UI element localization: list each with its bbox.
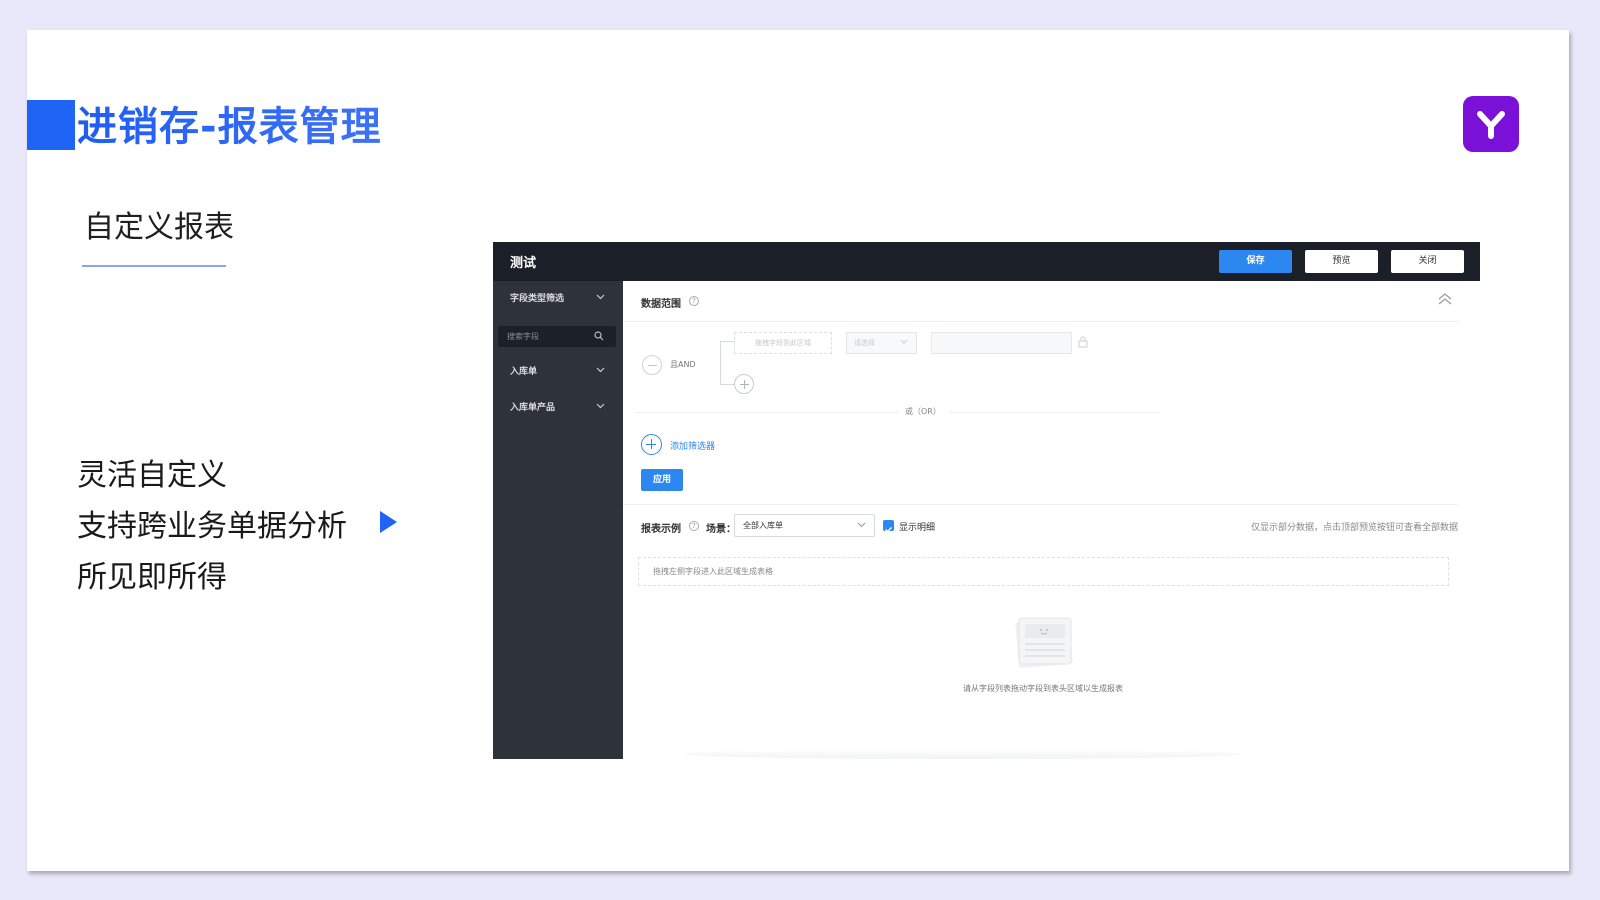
main-panel: 数据范围 ? 且AND 拖拽字段到此区域 请选择 或（OR） 添加筛选器 应用 … xyxy=(623,281,1480,759)
field-search xyxy=(498,326,616,347)
app-topbar: 测试 保存 预览 关闭 xyxy=(493,242,1480,281)
field-type-filter-label: 字段类型筛选 xyxy=(510,294,565,304)
section-subtitle: 自定义报表 xyxy=(84,210,234,245)
feature-item: 所见即所得 xyxy=(77,560,227,595)
sidebar-group-inbound-products[interactable]: 入库单产品 xyxy=(493,390,623,426)
or-label: 或（OR） xyxy=(901,406,945,417)
search-icon xyxy=(594,331,604,341)
add-filter-link[interactable]: 添加筛选器 xyxy=(670,439,715,452)
field-search-input[interactable] xyxy=(498,326,598,347)
subtitle-underline xyxy=(82,265,226,267)
slide: 进销存-报表管理 自定义报表 灵活自定义 支持跨业务单据分析 所见即所得 测试 … xyxy=(27,30,1569,871)
or-divider-left xyxy=(635,412,899,413)
sidebar-group-label: 入库单产品 xyxy=(510,403,556,413)
scene-label: 场景： xyxy=(706,524,736,535)
sidebar-group-label: 入库单 xyxy=(510,367,538,377)
show-detail-checkbox[interactable] xyxy=(883,520,894,533)
scene-select[interactable]: 全部入库单 xyxy=(734,514,875,537)
title-accent-block xyxy=(27,100,75,150)
divider xyxy=(623,504,1458,505)
table-header-dropzone[interactable]: 拖拽左侧字段进入此区域生成表格 xyxy=(638,557,1449,586)
add-condition-icon[interactable] xyxy=(734,374,754,394)
divider xyxy=(623,321,1458,322)
chevron-down-icon xyxy=(900,339,908,344)
slide-title: 进销存-报表管理 xyxy=(77,104,382,150)
sidebar-group-inbound[interactable]: 入库单 xyxy=(493,354,623,390)
feature-item: 灵活自定义 xyxy=(77,458,227,493)
collapse-up-icon[interactable] xyxy=(1438,293,1452,305)
close-button[interactable]: 关闭 xyxy=(1391,250,1464,273)
chevron-down-icon xyxy=(596,294,605,300)
condition-bracket xyxy=(720,341,734,385)
add-filter-icon[interactable] xyxy=(641,434,662,455)
play-arrow-icon xyxy=(380,511,397,533)
feature-item: 支持跨业务单据分析 xyxy=(77,509,347,544)
apply-button[interactable]: 应用 xyxy=(641,469,683,491)
lock-icon[interactable] xyxy=(1078,336,1088,348)
bottom-shadow xyxy=(683,749,1243,759)
empty-state-text: 请从字段列表拖动字段到表头区域以生成报表 xyxy=(963,684,1123,693)
report-title: 测试 xyxy=(510,256,537,271)
report-builder-window: 测试 保存 预览 关闭 字段类型筛选 入库单 入库单产品 xyxy=(493,242,1480,759)
and-label: 且AND xyxy=(670,360,696,369)
chevron-down-icon xyxy=(596,403,605,409)
operator-select-placeholder: 请选择 xyxy=(854,339,875,347)
field-type-filter[interactable]: 字段类型筛选 xyxy=(493,281,623,317)
condition-field-dropzone[interactable]: 拖拽字段到此区域 xyxy=(734,332,832,354)
field-sidebar: 字段类型筛选 入库单 入库单产品 xyxy=(493,281,623,759)
help-icon[interactable]: ? xyxy=(689,521,699,531)
y-logo-icon xyxy=(1463,96,1519,152)
report-example-label: 报表示例 xyxy=(641,524,681,535)
save-button[interactable]: 保存 xyxy=(1219,250,1292,273)
data-range-label: 数据范围 xyxy=(641,299,681,310)
show-detail-label: 显示明细 xyxy=(899,523,936,533)
preview-button[interactable]: 预览 xyxy=(1305,250,1378,273)
preview-hint: 仅显示部分数据，点击顶部预览按钮可查看全部数据 xyxy=(1250,523,1458,533)
scene-select-value: 全部入库单 xyxy=(743,521,783,530)
remove-group-icon[interactable] xyxy=(642,355,662,375)
operator-select[interactable]: 请选择 xyxy=(846,332,917,354)
empty-document-icon xyxy=(1015,617,1073,669)
or-divider-right xyxy=(949,412,1161,413)
check-icon xyxy=(885,527,892,533)
chevron-down-icon xyxy=(596,367,605,373)
condition-value-input[interactable] xyxy=(931,332,1072,354)
help-icon[interactable]: ? xyxy=(689,296,699,306)
feature-list: 灵活自定义 支持跨业务单据分析 所见即所得 xyxy=(77,450,347,603)
chevron-down-icon xyxy=(857,522,866,528)
